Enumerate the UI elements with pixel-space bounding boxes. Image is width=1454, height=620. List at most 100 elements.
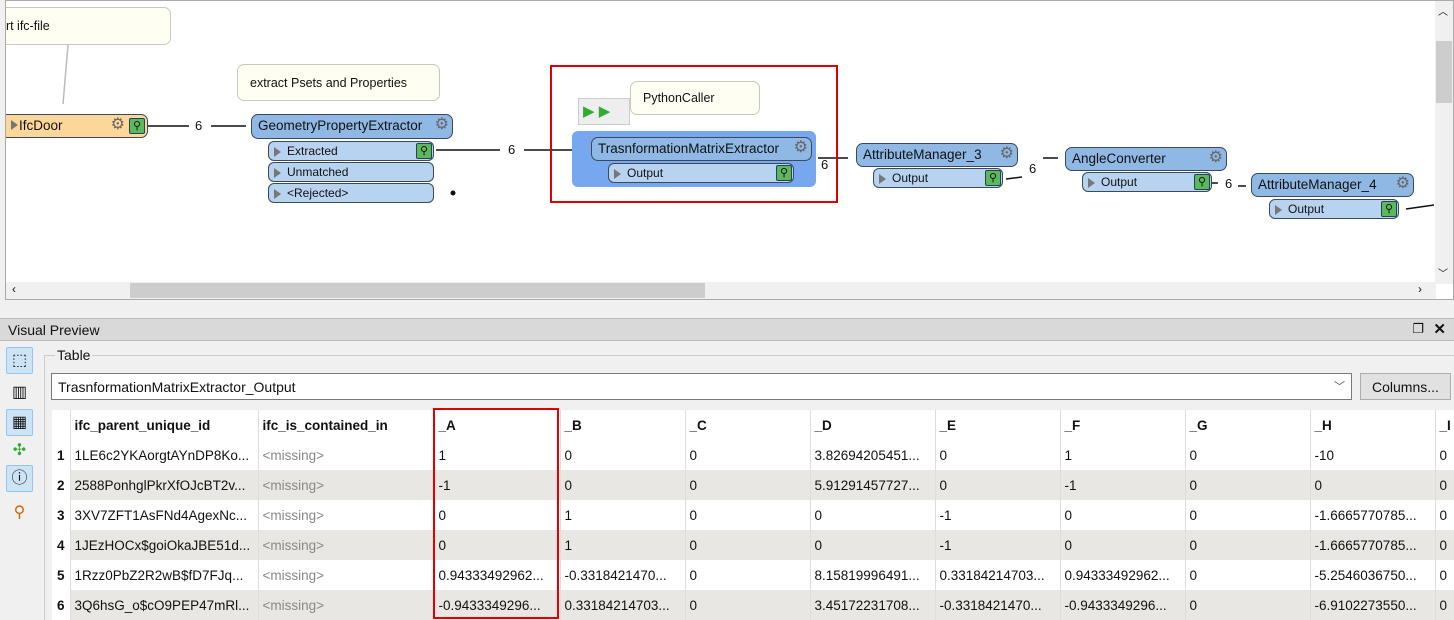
gear-icon[interactable]: ⚙ [435, 116, 449, 134]
table-cell[interactable]: 0 [1435, 560, 1454, 590]
node-geometry-property-extractor[interactable]: GeometryPropertyExtractor ⚙ [251, 114, 453, 139]
inspector-tool[interactable]: ⚲ [6, 500, 33, 527]
row-number[interactable]: 1 [52, 440, 71, 470]
port-output[interactable]: Output ⚲ [608, 163, 794, 183]
scroll-left-icon[interactable]: ‹ [12, 282, 16, 296]
table-cell[interactable]: 0 [1435, 590, 1454, 620]
table-cell[interactable]: 0 [560, 440, 686, 470]
table-cell[interactable]: 3XV7ZFT1AsFNd4AgexNc... [70, 500, 259, 530]
port-unmatched[interactable]: Unmatched [268, 162, 434, 182]
table-cell[interactable]: <missing> [258, 560, 435, 590]
table-cell[interactable]: 5.91291457727... [810, 470, 936, 500]
gear-icon[interactable]: ⚙ [111, 116, 125, 134]
table-cell[interactable]: <missing> [258, 470, 435, 500]
graphics-view-tool[interactable]: ✣ [6, 438, 33, 465]
node-ifcdoor[interactable]: IfcDoor ⚙ ⚲ [6, 114, 148, 138]
table-cell[interactable]: 8.15819996491... [810, 560, 936, 590]
row-number[interactable]: 5 [52, 560, 71, 590]
table-cell[interactable]: 0.33184214703... [935, 560, 1061, 590]
table-cell[interactable]: -10 [1310, 440, 1436, 470]
table-cell[interactable]: -1 [935, 530, 1061, 560]
table-cell[interactable]: 0 [1435, 470, 1454, 500]
table-cell[interactable]: 0 [1185, 500, 1311, 530]
scroll-thumb[interactable] [1436, 41, 1452, 103]
table-cell[interactable]: 1JEzHOCx$goiOkaJBE51d... [70, 530, 259, 560]
annotation-extract[interactable]: extract Psets and Properties [237, 64, 440, 101]
inspect-icon[interactable]: ⚲ [416, 143, 432, 159]
port-output[interactable]: Output ⚲ [1269, 199, 1399, 219]
table-row[interactable]: 3 3XV7ZFT1AsFNd4AgexNc... <missing> 0 1 0 0 -1 0… [52, 500, 1454, 530]
table-cell[interactable]: <missing> [258, 500, 435, 530]
table-view-tool[interactable]: ▦ [6, 409, 33, 436]
table-cell[interactable]: 0 [1185, 470, 1311, 500]
table-cell[interactable]: -1 [935, 500, 1061, 530]
table-cell[interactable]: 1 [1060, 440, 1186, 470]
table-cell[interactable]: 0 [935, 440, 1061, 470]
table-cell[interactable]: 0 [1435, 440, 1454, 470]
annotation-python[interactable]: PythonCaller [630, 81, 760, 115]
table-cell[interactable]: 1 [560, 500, 686, 530]
table-cell[interactable]: 0 [1435, 500, 1454, 530]
table-cell[interactable]: 0 [685, 470, 811, 500]
row-number[interactable]: 4 [52, 530, 71, 560]
table-cell[interactable]: 0 [1310, 470, 1436, 500]
float-icon[interactable]: ❐ [1412, 321, 1424, 337]
column-header[interactable]: _E [935, 410, 1061, 440]
close-icon[interactable]: ✕ [1433, 320, 1446, 338]
run-from-icon[interactable]: ▶ [599, 103, 611, 120]
table-row[interactable]: 4 1JEzHOCx$goiOkaJBE51d... <missing> 0 1 0 0 -1… [52, 530, 1454, 560]
table-cell[interactable]: 0 [1185, 560, 1311, 590]
node-transformation-matrix-extractor[interactable]: TrasnformationMatrixExtractor ⚙ [591, 137, 812, 161]
info-tool[interactable]: ⓘ [6, 465, 33, 492]
gear-icon[interactable]: ⚙ [1209, 149, 1223, 167]
column-header[interactable]: _G [1185, 410, 1311, 440]
row-number[interactable]: 2 [52, 470, 71, 500]
run-buttons[interactable]: ▶ ▶ [578, 98, 630, 125]
table-cell[interactable]: 1 [560, 530, 686, 560]
table-cell[interactable]: 0.94333492962... [1060, 560, 1186, 590]
node-attribute-manager-3[interactable]: AttributeManager_3 ⚙ [856, 143, 1018, 167]
table-cell[interactable]: 0 [685, 560, 811, 590]
table-cell[interactable]: -1.6665770785... [1310, 530, 1436, 560]
table-cell[interactable]: <missing> [258, 440, 435, 470]
table-cell[interactable]: 0 [1060, 500, 1186, 530]
table-cell[interactable]: 0 [685, 530, 811, 560]
port-rejected[interactable]: <Rejected> [268, 183, 434, 203]
scroll-up-icon[interactable]: ︿ [1438, 3, 1448, 18]
table-cell[interactable]: 0 [685, 590, 811, 620]
data-table[interactable]: ifc_parent_unique_id ifc_is_contained_in _… [52, 410, 1454, 620]
scroll-right-icon[interactable]: › [1418, 282, 1422, 296]
table-cell[interactable]: 1LE6c2YKAorgtAYnDP8Ko... [70, 440, 259, 470]
vertical-scrollbar[interactable]: ︿ ﹀ [1435, 1, 1453, 284]
table-cell[interactable]: <missing> [258, 530, 435, 560]
table-cell[interactable]: 0 [1060, 530, 1186, 560]
scroll-down-icon[interactable]: ﹀ [1438, 265, 1448, 280]
run-to-icon[interactable]: ▶ [583, 103, 595, 120]
node-angle-converter[interactable]: AngleConverter ⚙ [1065, 147, 1227, 171]
annotation-import[interactable]: ort ifc-file [6, 7, 171, 45]
table-cell[interactable]: 0 [1435, 530, 1454, 560]
table-cell[interactable]: 0 [685, 500, 811, 530]
inspect-icon[interactable]: ⚲ [776, 165, 792, 181]
row-number[interactable]: 6 [52, 590, 71, 620]
table-cell[interactable]: 3.82694205451... [810, 440, 936, 470]
table-cell[interactable]: -0.9433349296... [1060, 590, 1186, 620]
table-cell[interactable]: 0 [810, 530, 936, 560]
table-cell[interactable]: -1.6665770785... [1310, 500, 1436, 530]
port-output[interactable]: Output ⚲ [873, 168, 1003, 188]
gear-icon[interactable]: ⚙ [1396, 175, 1410, 193]
table-cell[interactable]: 0 [1185, 440, 1311, 470]
table-cell[interactable]: -1 [1060, 470, 1186, 500]
table-row[interactable]: 1 1LE6c2YKAorgtAYnDP8Ko... <missing> 1 0 0 3.8… [52, 440, 1454, 470]
row-number[interactable]: 3 [52, 500, 71, 530]
column-header[interactable]: _D [810, 410, 936, 440]
column-header[interactable]: _I [1435, 410, 1454, 440]
table-cell[interactable]: 0 [1185, 530, 1311, 560]
inspect-icon[interactable]: ⚲ [1381, 201, 1397, 217]
port-extracted[interactable]: Extracted ⚲ [268, 141, 434, 161]
horizontal-scrollbar[interactable]: ‹ › [6, 282, 1436, 299]
table-cell[interactable]: 0 [935, 470, 1061, 500]
table-cell[interactable]: 1Rzz0PbZ2R2wB$fD7FJq... [70, 560, 259, 590]
gear-icon[interactable]: ⚙ [794, 139, 808, 157]
table-cell[interactable]: -0.3318421470... [560, 560, 686, 590]
